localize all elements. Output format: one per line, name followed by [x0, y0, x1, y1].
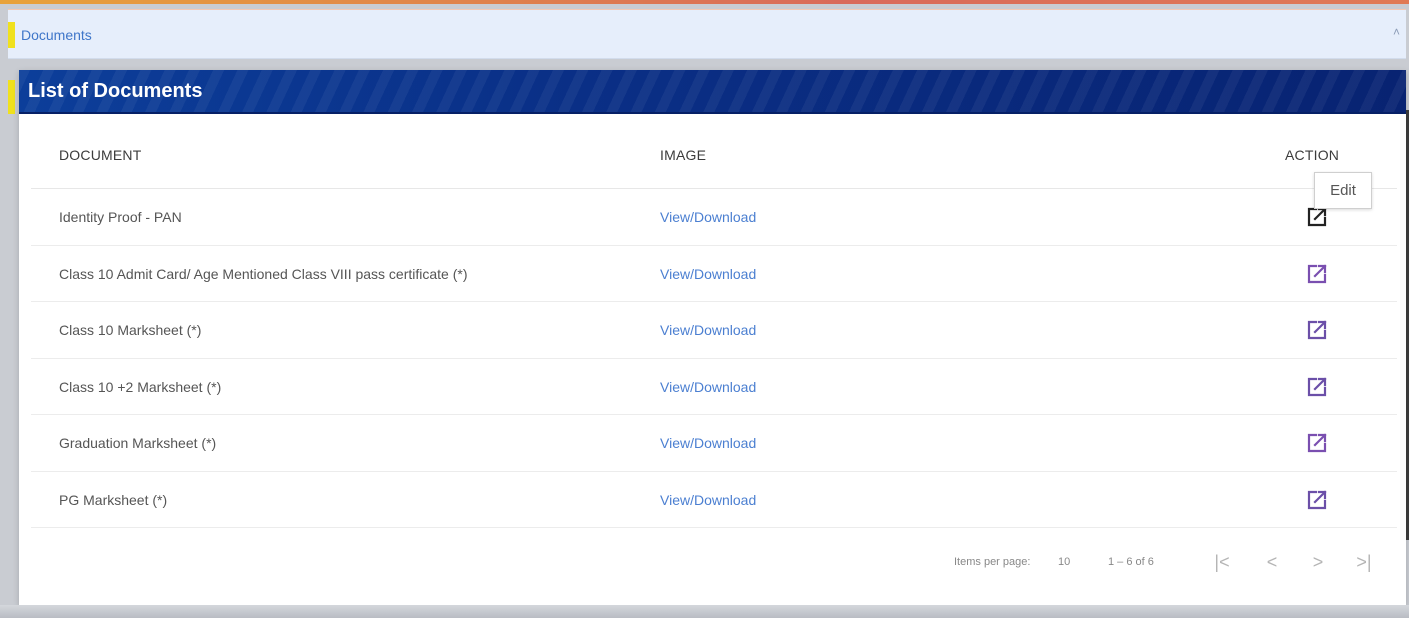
- panel-header: List of Documents: [19, 70, 1406, 114]
- view-download-link[interactable]: View/Download: [660, 435, 756, 451]
- page-range-label: 1 – 6 of 6: [1108, 556, 1154, 568]
- highlight-marker: [8, 80, 15, 114]
- chevron-up-icon[interactable]: ˄: [1393, 25, 1400, 39]
- table-header: DOCUMENT IMAGE ACTION: [31, 126, 1397, 189]
- document-name: Class 10 Admit Card/ Age Mentioned Class…: [59, 265, 468, 282]
- view-download-link[interactable]: View/Download: [660, 322, 756, 338]
- page-size-select[interactable]: 10: [1058, 556, 1070, 568]
- previous-page-button[interactable]: <: [1259, 549, 1285, 575]
- view-download-link[interactable]: View/Download: [660, 209, 756, 225]
- edit-icon[interactable]: [1305, 375, 1329, 399]
- paginator: Items per page: 10 1 – 6 of 6 |< < > >|: [19, 545, 1406, 595]
- documents-panel: List of Documents DOCUMENT IMAGE ACTION …: [19, 70, 1406, 605]
- table-row: Class 10 Marksheet (*) View/Download: [31, 302, 1397, 359]
- breadcrumb-documents-link[interactable]: Documents: [21, 27, 92, 43]
- view-download-link[interactable]: View/Download: [660, 492, 756, 508]
- edit-icon[interactable]: [1305, 318, 1329, 342]
- edit-icon[interactable]: [1305, 262, 1329, 286]
- items-per-page-label: Items per page:: [954, 556, 1031, 568]
- document-name: Graduation Marksheet (*): [59, 435, 217, 451]
- breadcrumb: Documents ˄: [8, 9, 1406, 59]
- view-download-link[interactable]: View/Download: [660, 266, 756, 282]
- first-page-button[interactable]: |<: [1209, 549, 1235, 575]
- document-name: PG Marksheet (*): [59, 491, 168, 508]
- table-row: Class 10 Admit Card/ Age Mentioned Class…: [31, 246, 1397, 302]
- documents-table: DOCUMENT IMAGE ACTION Identity Proof - P…: [31, 126, 1397, 528]
- document-name: Class 10 +2 Marksheet (*): [59, 378, 222, 395]
- last-page-button[interactable]: >|: [1351, 549, 1377, 575]
- top-accent-line: [0, 0, 1409, 4]
- column-header-image: IMAGE: [660, 147, 707, 163]
- highlight-marker: [8, 22, 15, 48]
- edit-icon[interactable]: [1305, 431, 1329, 455]
- bottom-strip: [0, 605, 1409, 618]
- view-download-link[interactable]: View/Download: [660, 379, 756, 395]
- document-name: Identity Proof - PAN: [59, 209, 182, 225]
- column-header-document: DOCUMENT: [59, 147, 142, 163]
- table-row: Graduation Marksheet (*) View/Download: [31, 415, 1397, 472]
- column-header-action: ACTION: [1285, 147, 1340, 163]
- table-row: PG Marksheet (*) View/Download: [31, 472, 1397, 528]
- next-page-button[interactable]: >: [1305, 549, 1331, 575]
- table-row: Class 10 +2 Marksheet (*) View/Download: [31, 359, 1397, 415]
- panel-title: List of Documents: [28, 80, 203, 102]
- edit-icon[interactable]: [1305, 488, 1329, 512]
- document-name: Class 10 Marksheet (*): [59, 322, 202, 338]
- edit-tooltip: Edit: [1314, 172, 1372, 209]
- table-row: Identity Proof - PAN View/Download: [31, 189, 1397, 246]
